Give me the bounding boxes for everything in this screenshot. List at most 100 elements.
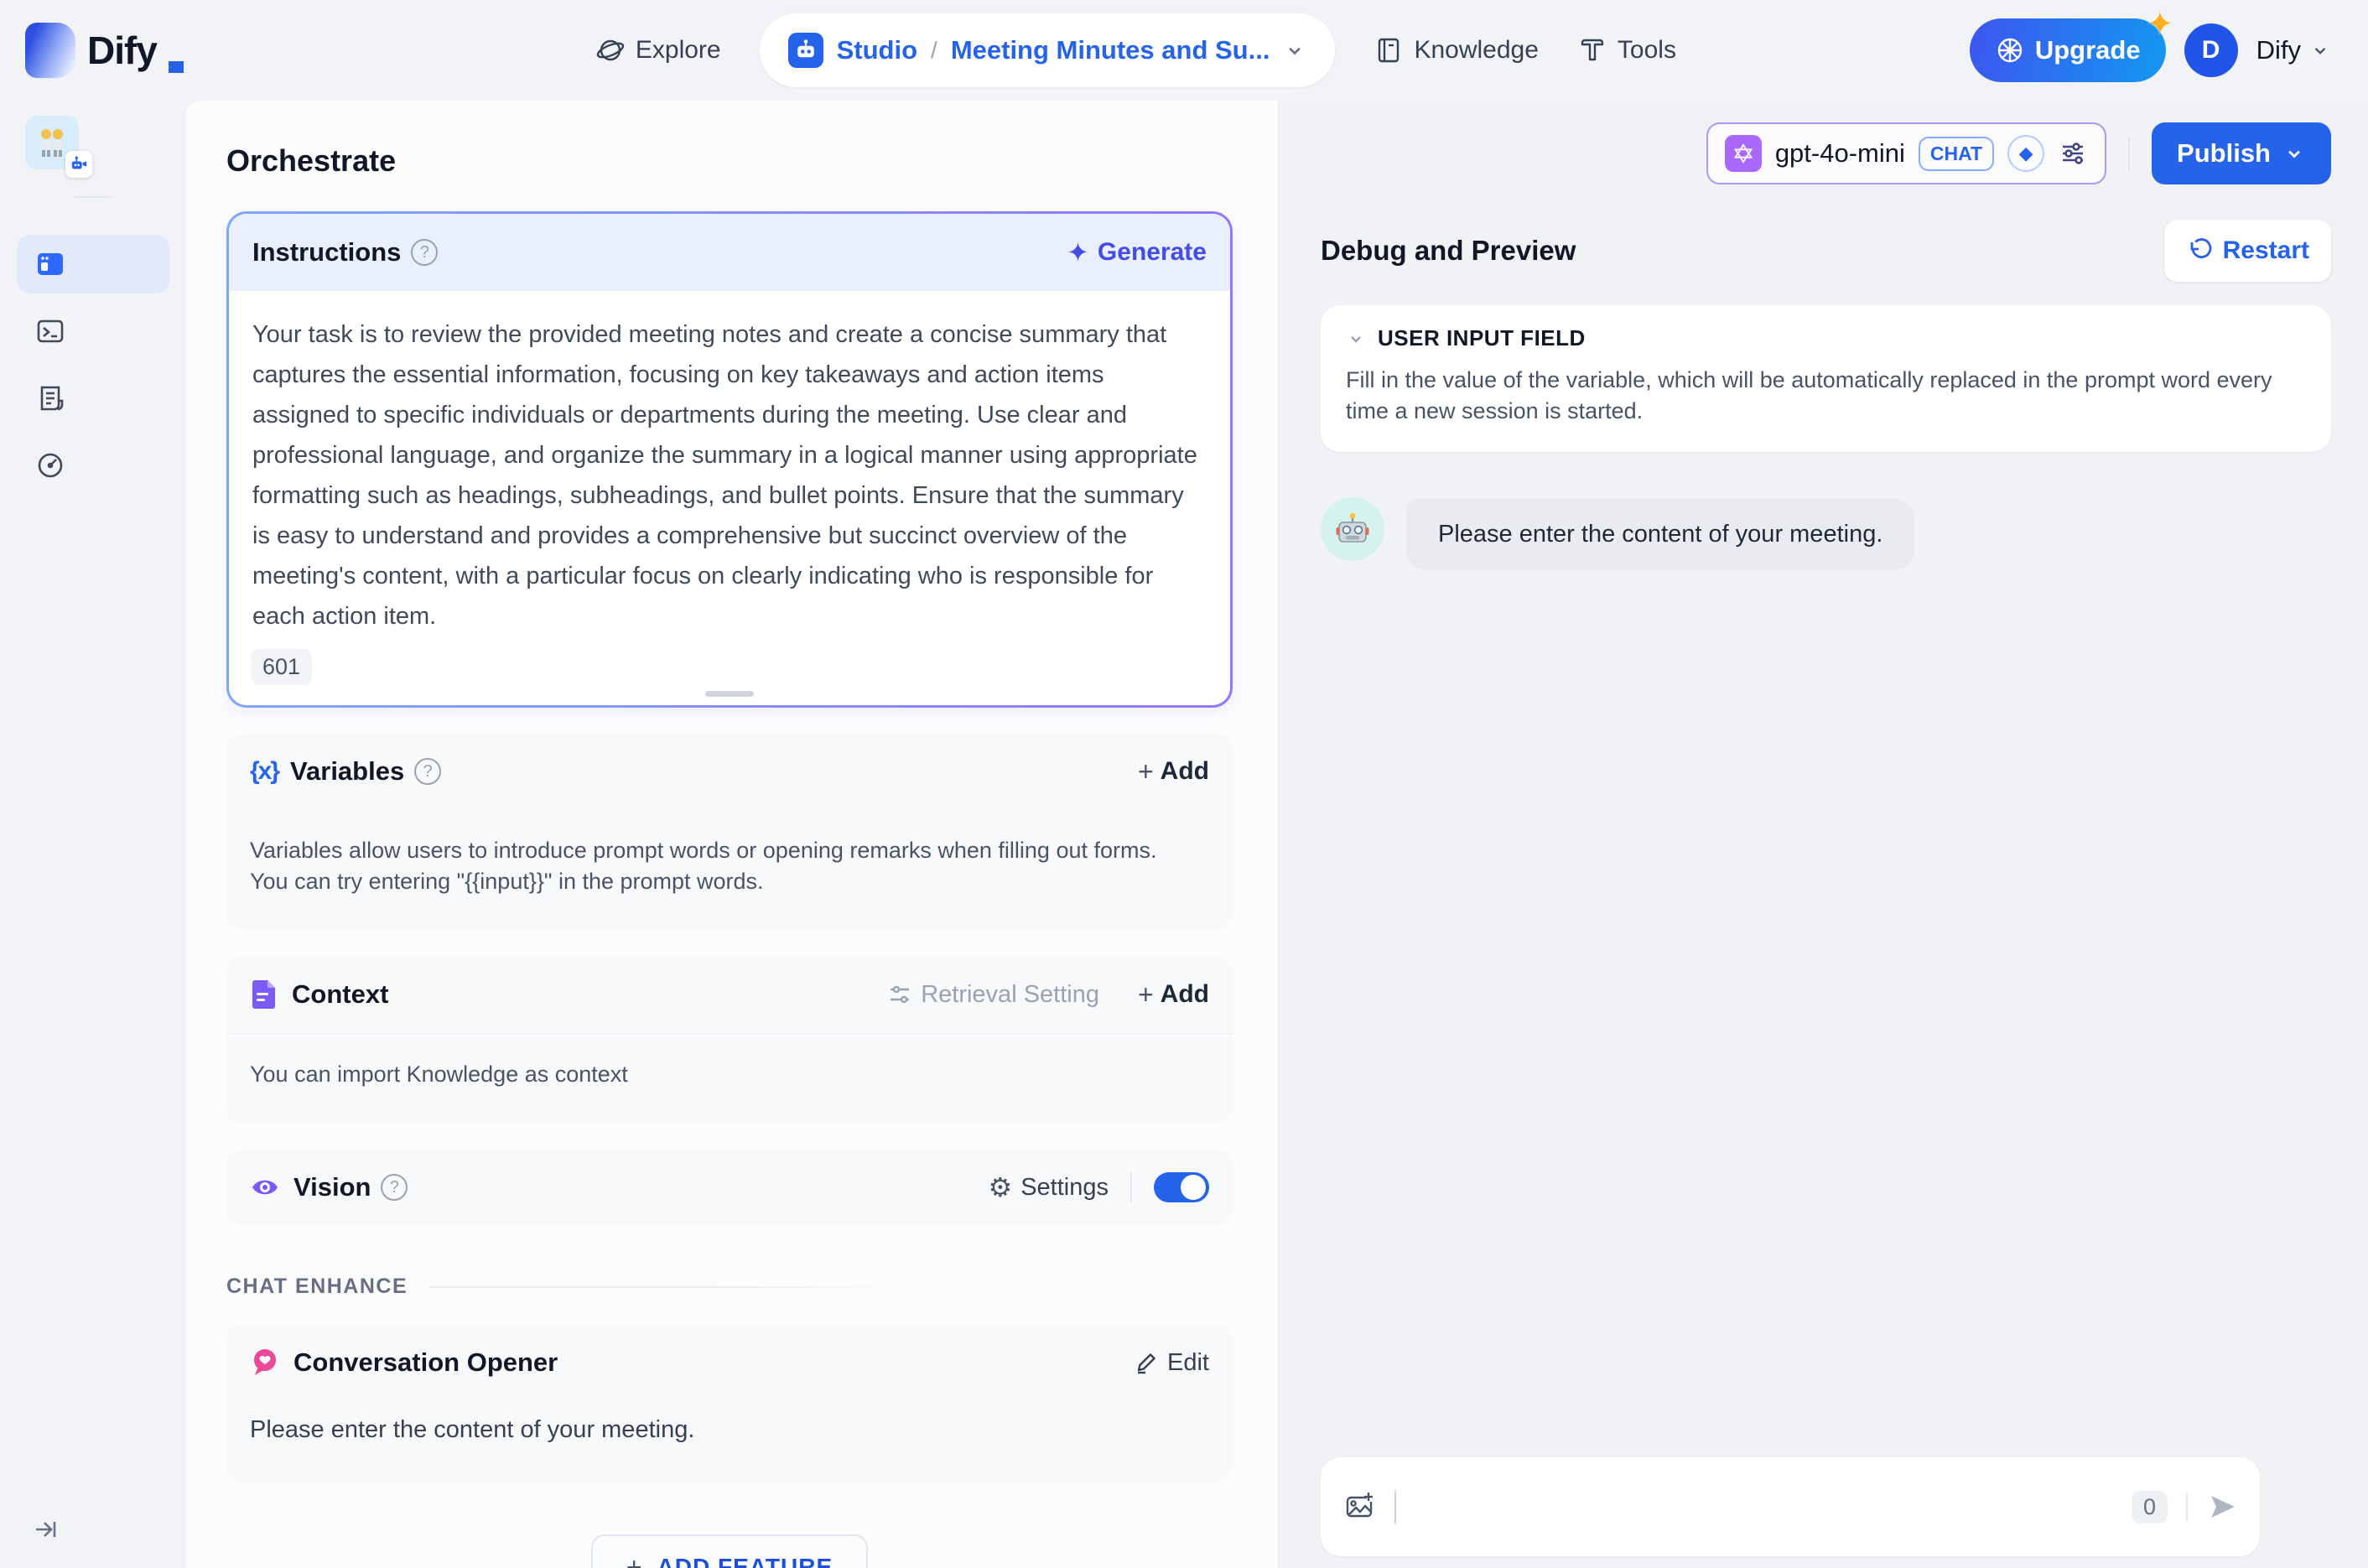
resize-handle[interactable]	[705, 691, 754, 697]
chevron-down-icon	[2282, 142, 2306, 165]
publish-button[interactable]: Publish	[2152, 122, 2331, 184]
conversation-opener-section: Conversation Opener Edit Please enter th…	[226, 1324, 1233, 1482]
add-variable-label: Add	[1160, 757, 1209, 785]
user-input-field-description: Fill in the value of the variable, which…	[1346, 367, 2272, 423]
nav-knowledge[interactable]: Knowledge	[1374, 35, 1539, 65]
sidebar-nav	[0, 235, 169, 495]
upgrade-button[interactable]: Upgrade ✦	[1969, 6, 2174, 82]
help-icon[interactable]: ?	[381, 1174, 408, 1201]
text-caret	[1394, 1490, 1396, 1524]
edit-opener-button[interactable]: Edit	[1134, 1349, 1209, 1377]
dify-app: Dify Explore Studio / Meeting Minutes an…	[0, 0, 2368, 1568]
gem-icon	[1995, 35, 2025, 65]
breadcrumb-separator: /	[931, 37, 937, 63]
avatar[interactable]: D	[2184, 23, 2238, 77]
model-params-icon[interactable]	[2058, 138, 2088, 169]
page-title: Orchestrate	[226, 143, 397, 178]
hammer-icon	[1577, 35, 1607, 65]
current-app-icon[interactable]	[25, 116, 92, 178]
add-context-label: Add	[1160, 980, 1209, 1008]
publish-label: Publish	[2177, 138, 2271, 168]
breadcrumb-app-name[interactable]: Meeting Minutes and Su...	[951, 35, 1270, 65]
body: Orchestrate Instructions ? ✦ Generate Yo…	[0, 101, 2368, 1568]
sidebar	[0, 101, 186, 1568]
help-icon[interactable]: ?	[414, 758, 442, 785]
breadcrumb-studio[interactable]: Studio	[837, 35, 917, 65]
vision-section: Vision ? ⚙ Settings	[226, 1149, 1233, 1226]
add-feature-row: + ADD FEATURE	[226, 1534, 1233, 1568]
model-toolbar: gpt-4o-mini CHAT ◆ Publish	[1321, 122, 2331, 184]
account-name: Dify	[2256, 35, 2301, 65]
divider	[1130, 1172, 1132, 1202]
gear-icon: ⚙	[988, 1172, 1013, 1202]
model-type-badge: CHAT	[1918, 136, 1995, 171]
dify-logo-icon	[25, 23, 75, 78]
instructions-title: Instructions	[252, 237, 402, 267]
add-feature-label: ADD FEATURE	[657, 1554, 833, 1568]
retrieval-setting-button[interactable]: Retrieval Setting	[887, 981, 1099, 1009]
nav-tools[interactable]: Tools	[1577, 35, 1676, 65]
send-icon[interactable]	[2206, 1491, 2238, 1523]
sidebar-item-orchestrate[interactable]	[17, 235, 169, 293]
chevron-down-icon	[2309, 39, 2331, 61]
chevron-down-icon[interactable]	[1283, 39, 1306, 62]
diamond-icon: ◆	[2007, 135, 2045, 172]
sparkle-icon: ✦	[2146, 6, 2174, 43]
chat-enhance-label: CHAT ENHANCE	[226, 1275, 408, 1298]
restart-button[interactable]: Restart	[2163, 220, 2331, 282]
chat-app-badge-icon	[65, 151, 92, 178]
plus-icon: +	[1137, 755, 1154, 787]
user-input-field-toggle[interactable]: USER INPUT FIELD	[1346, 325, 2306, 351]
account-menu[interactable]: Dify	[2256, 35, 2331, 65]
sidebar-divider	[74, 196, 112, 198]
logs-icon	[35, 383, 65, 413]
variables-header: {x} Variables ? + Add	[226, 733, 1233, 810]
nav-explore-label: Explore	[635, 36, 721, 64]
debug-header: Debug and Preview Restart	[1321, 220, 2331, 282]
sidebar-item-api-access[interactable]	[17, 302, 169, 361]
dify-logo-dot	[168, 61, 184, 73]
chat-input-box[interactable]: 0	[1321, 1457, 2260, 1556]
variables-icon: {x}	[250, 757, 280, 785]
add-context-button[interactable]: + Add	[1138, 979, 1209, 1010]
config-column: Instructions ? ✦ Generate Your task is t…	[226, 211, 1233, 1568]
add-variable-button[interactable]: + Add	[1138, 756, 1209, 787]
sidebar-item-logs[interactable]	[17, 369, 169, 428]
robot-icon	[787, 33, 823, 68]
openai-icon	[1724, 135, 1762, 172]
collapse-sidebar-icon[interactable]	[32, 1514, 62, 1545]
context-section: Context Retrieval Setting + Add You can …	[226, 956, 1233, 1124]
user-input-field-card: USER INPUT FIELD Fill in the value of th…	[1321, 305, 2331, 452]
nav-explore[interactable]: Explore	[595, 35, 721, 65]
retrieval-setting-label: Retrieval Setting	[921, 980, 1099, 1008]
terminal-icon	[35, 316, 65, 346]
bot-message-row: Please enter the content of your meeting…	[1321, 497, 2331, 570]
generate-button[interactable]: ✦ Generate	[1067, 236, 1207, 268]
variables-section: {x} Variables ? + Add Variables allow us…	[226, 733, 1233, 931]
char-count-badge: 601	[251, 648, 313, 685]
robot-emoji-icon	[1336, 512, 1369, 543]
add-image-icon[interactable]	[1342, 1490, 1376, 1524]
model-selector[interactable]: gpt-4o-mini CHAT ◆	[1706, 122, 2107, 184]
add-feature-button[interactable]: + ADD FEATURE	[590, 1534, 869, 1568]
conversation-opener-header: Conversation Opener Edit	[226, 1324, 1233, 1401]
nav-knowledge-label: Knowledge	[1414, 36, 1539, 64]
debug-title: Debug and Preview	[1321, 235, 1576, 266]
book-icon	[1374, 35, 1404, 65]
instructions-header: Instructions ? ✦ Generate	[229, 214, 1230, 291]
char-counter: 0	[2131, 1490, 2168, 1524]
instructions-textarea[interactable]: Your task is to review the provided meet…	[229, 291, 1230, 643]
chat-message-input[interactable]	[1406, 1482, 2132, 1532]
document-icon	[250, 979, 278, 1010]
breadcrumb[interactable]: Studio / Meeting Minutes and Su...	[759, 13, 1336, 87]
vision-settings-button[interactable]: ⚙ Settings	[989, 1171, 1109, 1203]
help-icon[interactable]: ?	[411, 239, 439, 266]
sidebar-item-monitoring[interactable]	[17, 436, 169, 495]
bot-avatar	[1321, 497, 1384, 561]
user-input-field-title: USER INPUT FIELD	[1378, 325, 1586, 350]
eye-icon	[250, 1172, 280, 1202]
vision-toggle[interactable]	[1154, 1172, 1209, 1202]
dify-logo-text: Dify	[87, 29, 158, 72]
top-right: Upgrade ✦ D Dify	[1969, 6, 2331, 82]
